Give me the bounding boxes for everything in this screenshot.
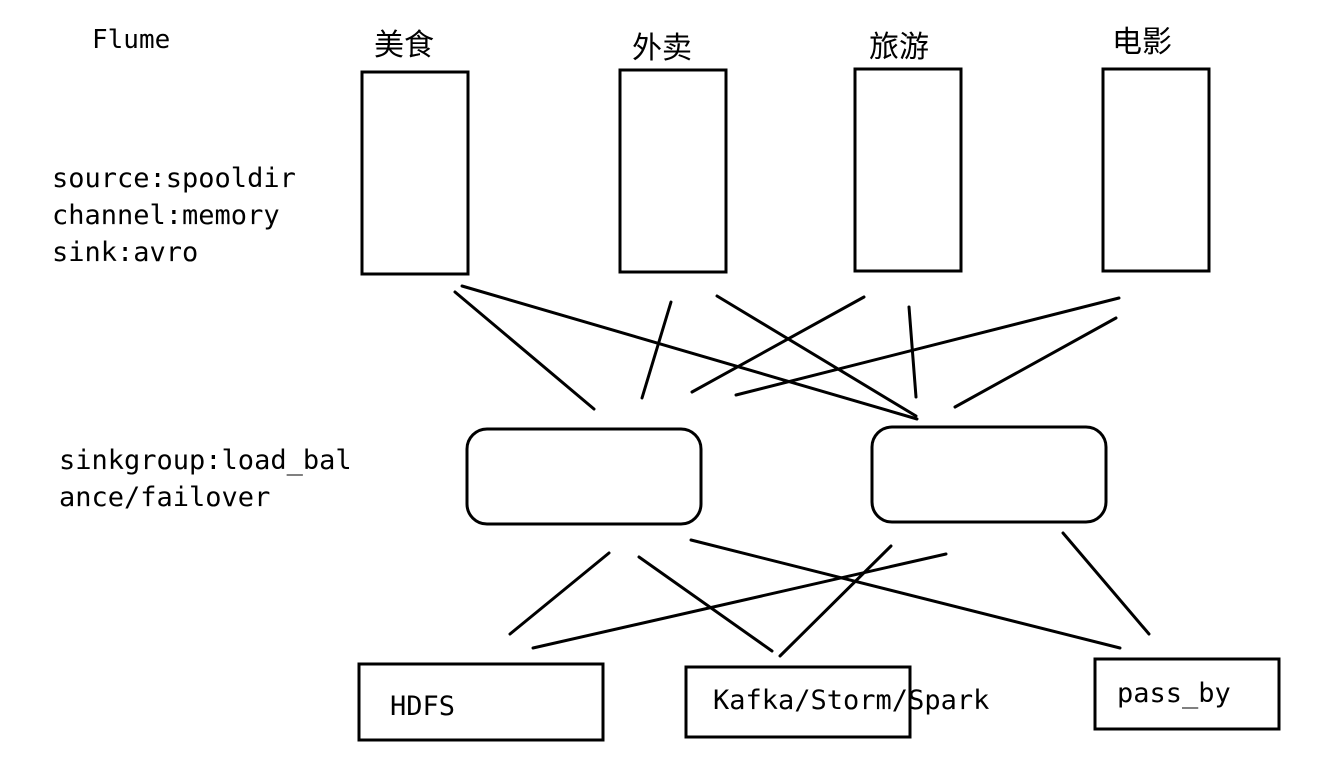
source-label-movie: 电影 — [1112, 25, 1172, 60]
sinkgroup-line-1: sinkgroup:load_bal — [59, 445, 352, 476]
source-label-travel: 旅游 — [869, 30, 929, 65]
source-box-travel — [853, 67, 963, 273]
config-channel-line: channel:memory — [52, 200, 280, 231]
source-box-food — [360, 70, 470, 276]
edge-collector-1-to-hdfs — [508, 551, 611, 636]
flume-architecture-diagram: Flume source:spooldir channel:memory sin… — [52, 25, 1281, 742]
edge-collector-2-to-hdfs — [531, 552, 948, 650]
source-box-takeout — [618, 68, 728, 274]
config-source-line: source:spooldir — [52, 163, 296, 194]
edge-collector-2-to-kafka — [778, 544, 893, 658]
diagram-title: Flume — [92, 25, 170, 55]
collector-box-1 — [465, 427, 703, 526]
config-sink-line: sink:avro — [52, 237, 198, 268]
destination-label-hdfs: HDFS — [390, 691, 455, 722]
edge-food-to-collector-1 — [453, 290, 596, 411]
source-label-takeout: 外卖 — [632, 31, 692, 66]
sinkgroup-line-2: ance/failover — [59, 482, 270, 513]
edge-movie-to-collector-2 — [953, 316, 1118, 409]
edge-collector-1-to-passby — [689, 538, 1122, 650]
edge-collector-2-to-passby — [1061, 531, 1151, 636]
destination-label-passby: pass_by — [1117, 678, 1231, 709]
edge-takeout-to-collector-1 — [640, 300, 673, 400]
source-box-movie — [1101, 67, 1211, 273]
source-label-food: 美食 — [374, 28, 434, 63]
edge-collector-1-to-kafka — [637, 555, 774, 653]
destination-label-kafka: Kafka/Storm/Spark — [713, 685, 989, 716]
collector-box-2 — [870, 425, 1108, 524]
